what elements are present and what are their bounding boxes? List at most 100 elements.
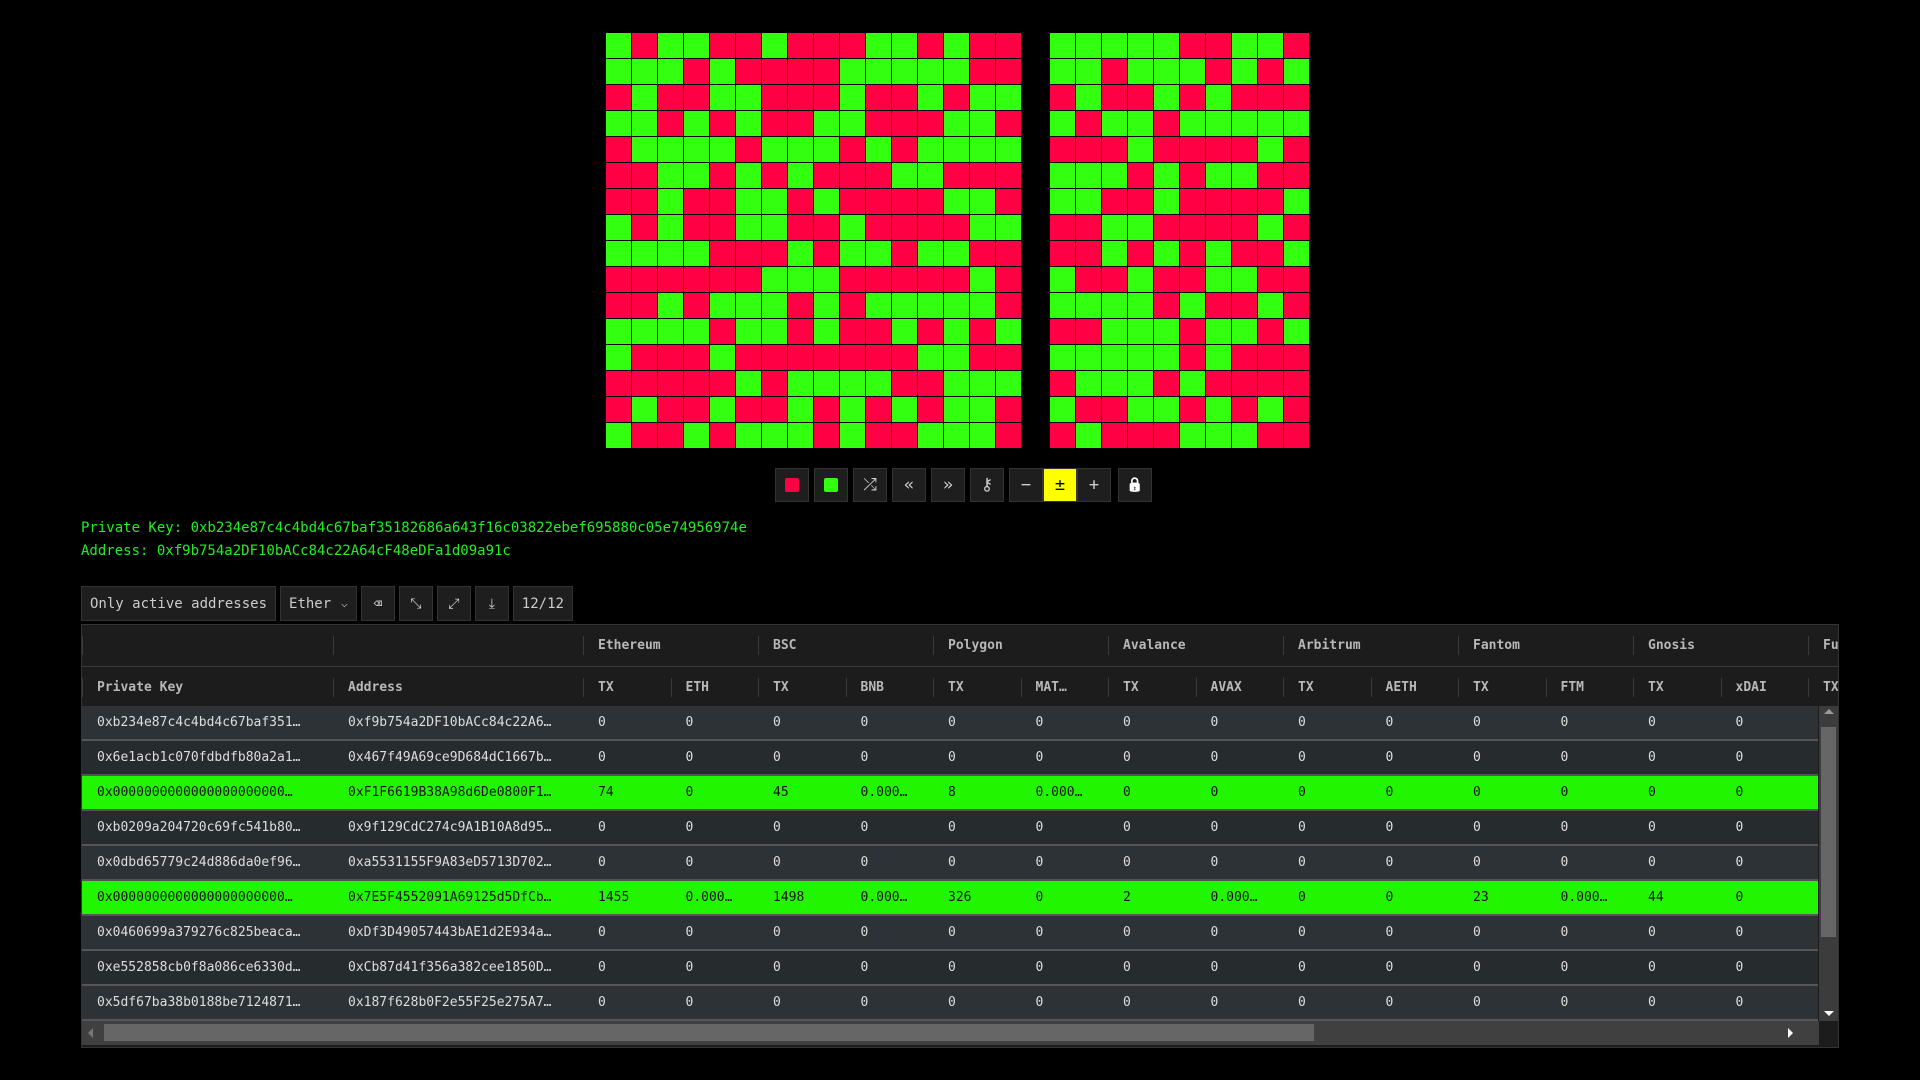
bit-cell-off[interactable]	[632, 215, 657, 240]
bit-cell-on[interactable]	[944, 397, 969, 422]
bit-cell-off[interactable]	[658, 397, 683, 422]
bit-cell-on[interactable]	[970, 423, 995, 448]
increment-button[interactable]: +	[1077, 468, 1111, 502]
bit-cell-off[interactable]	[632, 371, 657, 396]
bit-cell-off[interactable]	[814, 241, 839, 266]
bit-cell-on[interactable]	[710, 293, 735, 318]
bit-cell-off[interactable]	[892, 267, 917, 292]
bit-cell-off[interactable]	[788, 215, 813, 240]
column-header[interactable]: TX	[933, 667, 1021, 708]
bit-cell-off[interactable]	[710, 319, 735, 344]
bit-cell-on[interactable]	[840, 423, 865, 448]
column-header[interactable]: AETH	[1370, 667, 1459, 708]
bit-cell-on[interactable]	[684, 137, 709, 162]
bit-cell-off[interactable]	[632, 293, 657, 318]
bit-cell-off[interactable]	[970, 241, 995, 266]
bit-cell-off[interactable]	[710, 215, 735, 240]
bit-cell-off[interactable]	[762, 345, 787, 370]
horizontal-scrollbar[interactable]	[82, 1021, 1819, 1045]
vertical-scroll-thumb[interactable]	[1821, 727, 1836, 937]
bit-cell-off[interactable]	[606, 293, 631, 318]
bit-cell-off[interactable]	[684, 293, 709, 318]
bit-cell-off[interactable]	[840, 267, 865, 292]
bit-cell-off[interactable]	[892, 371, 917, 396]
private-key-bit-grid[interactable]	[606, 33, 1021, 448]
bit-cell-off[interactable]	[788, 293, 813, 318]
bit-cell-on[interactable]	[944, 189, 969, 214]
table-row[interactable]: 0x0000000000000000000000… 0xF1F6619B38A98…	[82, 776, 1818, 811]
bit-cell-on[interactable]	[814, 137, 839, 162]
bit-cell-on[interactable]	[866, 33, 891, 58]
bit-cell-off[interactable]	[918, 397, 943, 422]
bit-cell-off[interactable]	[996, 111, 1021, 136]
bit-cell-off[interactable]	[892, 215, 917, 240]
bit-cell-on[interactable]	[658, 319, 683, 344]
bit-cell-off[interactable]	[814, 423, 839, 448]
bit-cell-off[interactable]	[866, 397, 891, 422]
bit-cell-on[interactable]	[944, 371, 969, 396]
bit-cell-off[interactable]	[918, 215, 943, 240]
bit-cell-on[interactable]	[918, 59, 943, 84]
bit-cell-on[interactable]	[814, 371, 839, 396]
table-row[interactable]: 0x0dbd65779c24d886da0ef96… 0xa5531155F9A8…	[82, 846, 1818, 881]
column-header[interactable]: TX	[758, 667, 846, 708]
bit-cell-on[interactable]	[736, 423, 761, 448]
bit-cell-on[interactable]	[632, 397, 657, 422]
bit-cell-on[interactable]	[840, 215, 865, 240]
plus-minus-button[interactable]: ±	[1043, 468, 1077, 502]
bit-cell-off[interactable]	[996, 423, 1021, 448]
bit-cell-on[interactable]	[970, 85, 995, 110]
bit-cell-on[interactable]	[762, 293, 787, 318]
bit-cell-on[interactable]	[918, 423, 943, 448]
bit-cell-off[interactable]	[918, 371, 943, 396]
column-header[interactable]: TX	[1808, 667, 1838, 708]
column-header[interactable]: AVAX	[1195, 667, 1284, 708]
bit-cell-on[interactable]	[632, 137, 657, 162]
bit-cell-on[interactable]	[736, 189, 761, 214]
bit-cell-on[interactable]	[788, 137, 813, 162]
bit-cell-off[interactable]	[736, 397, 761, 422]
bit-cell-off[interactable]	[710, 33, 735, 58]
bit-cell-off[interactable]	[606, 371, 631, 396]
bit-cell-on[interactable]	[814, 189, 839, 214]
bit-cell-on[interactable]	[892, 319, 917, 344]
bit-cell-off[interactable]	[606, 85, 631, 110]
bit-cell-off[interactable]	[736, 241, 761, 266]
bit-cell-on[interactable]	[970, 215, 995, 240]
bit-cell-off[interactable]	[996, 189, 1021, 214]
bit-cell-off[interactable]	[944, 215, 969, 240]
bit-cell-off[interactable]	[944, 85, 969, 110]
bit-cell-on[interactable]	[918, 163, 943, 188]
bit-cell-off[interactable]	[788, 85, 813, 110]
bit-cell-off[interactable]	[892, 111, 917, 136]
bit-cell-off[interactable]	[840, 33, 865, 58]
bit-cell-on[interactable]	[632, 319, 657, 344]
bit-cell-on[interactable]	[866, 137, 891, 162]
bit-cell-off[interactable]	[918, 189, 943, 214]
column-header[interactable]: TX	[1458, 667, 1546, 708]
bit-cell-off[interactable]	[996, 163, 1021, 188]
bit-cell-off[interactable]	[658, 85, 683, 110]
bit-cell-on[interactable]	[658, 241, 683, 266]
bit-cell-on[interactable]	[970, 189, 995, 214]
bit-cell-on[interactable]	[684, 163, 709, 188]
bit-cell-off[interactable]	[866, 267, 891, 292]
previous-button[interactable]: «	[892, 468, 926, 502]
bit-cell-off[interactable]	[996, 293, 1021, 318]
bit-cell-off[interactable]	[658, 267, 683, 292]
bit-cell-off[interactable]	[970, 59, 995, 84]
scroll-up-arrow[interactable]	[1824, 709, 1834, 714]
table-row[interactable]: 0x0000000000000000000000… 0x7E5F4552091A6…	[82, 881, 1818, 916]
bit-cell-on[interactable]	[970, 371, 995, 396]
bit-cell-off[interactable]	[606, 189, 631, 214]
column-header[interactable]: BNB	[845, 667, 934, 708]
bit-cell-on[interactable]	[710, 137, 735, 162]
bit-cell-off[interactable]	[632, 345, 657, 370]
bit-cell-on[interactable]	[658, 137, 683, 162]
bit-cell-on[interactable]	[944, 241, 969, 266]
bit-cell-off[interactable]	[606, 163, 631, 188]
bit-cell-on[interactable]	[606, 111, 631, 136]
bit-cell-on[interactable]	[736, 163, 761, 188]
bit-cell-on[interactable]	[762, 319, 787, 344]
bit-cell-on[interactable]	[892, 163, 917, 188]
